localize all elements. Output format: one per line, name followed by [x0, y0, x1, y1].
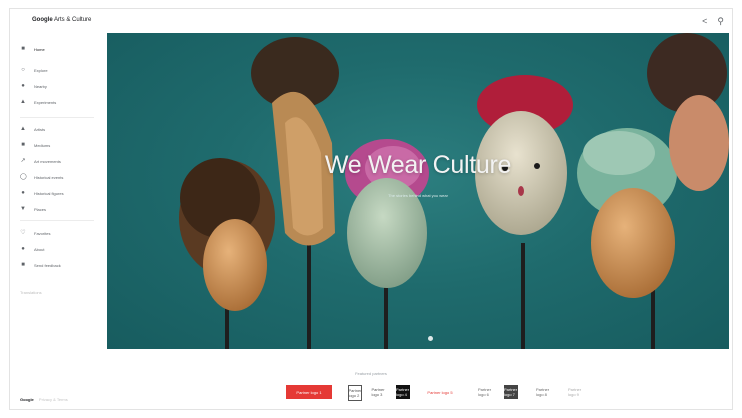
partner-logo[interactable]: Partner logo 2	[348, 385, 362, 401]
historical-figures-icon: ●	[21, 190, 25, 196]
sidebar-footer: Google Privacy & Terms	[20, 397, 68, 402]
sidebar-item-label: Historical figures	[34, 190, 64, 196]
favorites-icon: ♡	[20, 230, 26, 236]
sidebar-item-experiments[interactable]: ▲ Experiments	[20, 97, 56, 107]
partner-logo[interactable]: Partner logo 7	[504, 385, 518, 399]
partner-logo[interactable]: Partner logo 1	[286, 385, 332, 399]
share-icon[interactable]: <	[702, 15, 707, 27]
hero-banner[interactable]: We Wear Culture The stories behind what …	[107, 33, 729, 349]
art-movements-icon: ↗	[20, 158, 26, 164]
sidebar-item-label: Nearby	[34, 83, 47, 89]
brand-logo[interactable]: Google Arts & Culture	[32, 17, 91, 23]
sidebar-item-nearby[interactable]: ● Nearby	[20, 81, 47, 91]
sidebar-item-mediums[interactable]: ■ Mediums	[20, 140, 50, 150]
partner-logo[interactable]: Partner logo 9	[568, 385, 582, 399]
brand-google: Google	[32, 17, 53, 23]
sidebar-item-label: Art movements	[34, 158, 61, 164]
partner-logo[interactable]: Partner logo 8	[536, 385, 554, 399]
sidebar-item-artists[interactable]: ▲ Artists	[20, 124, 45, 134]
feedback-icon: ■	[21, 262, 25, 268]
artists-icon: ▲	[20, 126, 26, 132]
search-icon[interactable]: ⚲	[717, 15, 724, 27]
explore-icon: ○	[21, 67, 25, 73]
sidebar-item-label: Artists	[34, 126, 46, 132]
partner-logo[interactable]: Partner logo 6	[478, 385, 492, 399]
carousel-indicator[interactable]	[428, 336, 433, 341]
places-icon: ▼	[20, 206, 26, 212]
translations-link[interactable]: Translations	[20, 290, 42, 295]
sidebar-item-label: Mediums	[34, 142, 51, 148]
about-icon: ●	[21, 246, 25, 252]
experiments-icon: ▲	[20, 99, 26, 105]
partner-logo[interactable]: Partner logo 5	[424, 385, 456, 399]
sidebar-item-label: Explore	[34, 67, 48, 73]
sidebar-item-favorites[interactable]: ♡ Favorites	[20, 228, 50, 238]
partner-logos: Partner logo 1 Partner logo 2 Partner lo…	[286, 385, 616, 401]
sidebar-item-label: Send feedback	[34, 262, 61, 268]
hero-artwork	[179, 33, 729, 349]
footer-privacy-link[interactable]: Privacy & Terms	[39, 397, 68, 402]
sidebar-item-historical-figures[interactable]: ● Historical figures	[20, 188, 64, 198]
sidebar-item-art-movements[interactable]: ↗ Art movements	[20, 156, 61, 166]
sidebar-item-label: Places	[34, 206, 47, 212]
sidebar-item-send-feedback[interactable]: ■ Send feedback	[20, 260, 61, 270]
nav-divider	[20, 220, 94, 221]
partner-logo[interactable]: Partner logo 4	[396, 385, 410, 399]
home-icon: ■	[21, 46, 25, 52]
sidebar-item-label: Experiments	[34, 99, 57, 105]
nav-divider	[20, 117, 94, 118]
sidebar-item-label: Favorites	[34, 230, 51, 236]
sidebar-item-home[interactable]: ■ Home	[20, 44, 45, 54]
mediums-icon: ■	[21, 142, 25, 148]
sidebar-item-explore[interactable]: ○ Explore	[20, 65, 48, 75]
hero-subtitle: The stories behind what you wear	[388, 193, 448, 198]
footer-brand: Google	[20, 397, 34, 402]
top-bar: Google Arts & Culture < ⚲	[10, 9, 732, 35]
sidebar-item-historical-events[interactable]: ◯ Historical events	[20, 172, 63, 182]
partners-label: Featured partners	[355, 371, 387, 376]
hero-title: We Wear Culture	[324, 151, 512, 179]
sidebar-item-places[interactable]: ▼ Places	[20, 204, 46, 214]
partner-logo[interactable]: Partner logo 3	[371, 385, 384, 399]
sidebar: ■ Home ○ Explore ● Nearby ▲ Experiments …	[10, 35, 106, 409]
sidebar-item-label: Home	[34, 46, 45, 52]
app-frame: Google Arts & Culture < ⚲ ■ Home ○ Explo…	[10, 9, 732, 409]
sidebar-item-label: Historical events	[34, 174, 64, 180]
sidebar-item-about[interactable]: ● About	[20, 244, 44, 254]
top-actions: < ⚲	[702, 15, 724, 27]
historical-events-icon: ◯	[20, 174, 27, 180]
brand-product: Arts & Culture	[54, 17, 92, 23]
nearby-icon: ●	[21, 83, 25, 89]
sidebar-item-label: About	[34, 246, 45, 252]
